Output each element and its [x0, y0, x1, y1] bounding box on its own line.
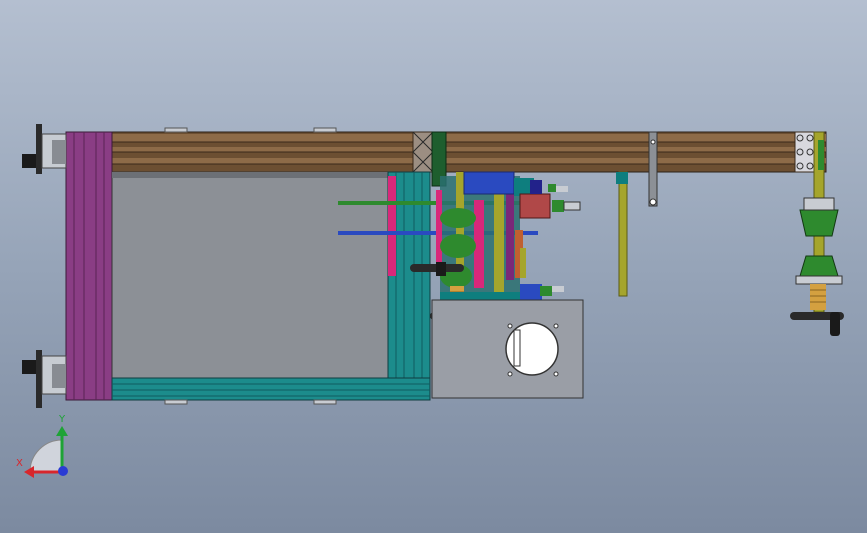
cad-viewport[interactable]: Y X [0, 0, 867, 533]
triad-x-label: X [16, 458, 23, 469]
triad-y-label: Y [59, 414, 66, 425]
olive-post [618, 171, 628, 297]
left-upright [65, 131, 113, 401]
assembly-drawing[interactable] [0, 0, 867, 533]
triad-z-axis [58, 466, 68, 476]
mounting-plate [431, 299, 584, 399]
hanging-bracket [648, 131, 658, 207]
